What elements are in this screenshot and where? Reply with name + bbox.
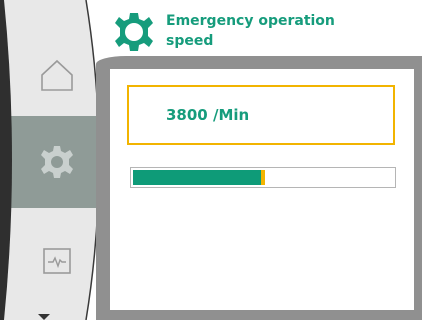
speed-value: 3800 /Min [166, 106, 250, 124]
speed-value-field[interactable]: 3800 /Min [127, 85, 395, 145]
sidebar-item-settings[interactable] [26, 122, 88, 202]
gear-icon [41, 146, 73, 178]
progress-fill [133, 170, 263, 185]
navigation-sidebar [0, 0, 100, 320]
progress-marker [261, 170, 265, 185]
speed-progress-bar [130, 167, 396, 188]
title-line-1: Emergency operation [166, 13, 335, 29]
gear-icon [115, 13, 153, 51]
page-title: Emergency operation speed [166, 11, 366, 51]
chevron-down-icon [38, 314, 50, 320]
title-line-2: speed [166, 33, 214, 49]
monitor-icon [43, 248, 71, 274]
scroll-down-indicator[interactable] [36, 307, 52, 320]
sidebar-item-home[interactable] [26, 45, 88, 105]
home-icon [41, 59, 73, 91]
sidebar-item-diagnostics[interactable] [26, 236, 88, 286]
